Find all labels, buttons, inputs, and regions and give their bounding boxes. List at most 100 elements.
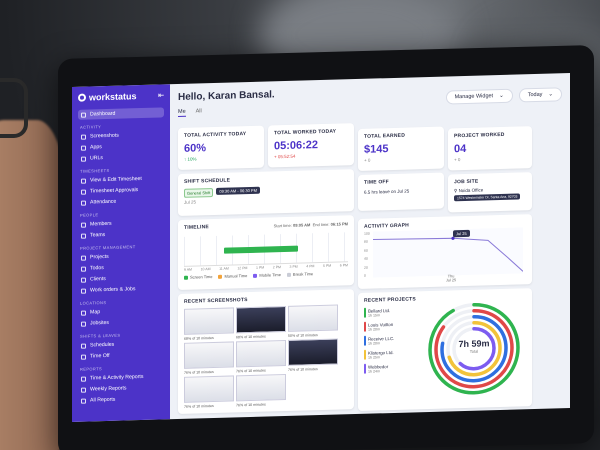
sidebar-item[interactable]: All Reports [78, 393, 164, 405]
screenshot-thumbnail[interactable] [184, 307, 234, 335]
project-row[interactable]: Receive LLC. 1h 20m [364, 334, 424, 346]
screenshot-thumbnail[interactable] [184, 341, 234, 369]
project-color-bar [364, 321, 366, 332]
sidebar-item-label: Schedules [90, 341, 115, 349]
screenshot-thumbnail[interactable] [184, 375, 234, 403]
screenshot-thumbnail[interactable] [288, 338, 338, 366]
sidebar-item-label: Weekly Reports [90, 385, 127, 393]
project-name: Klistergo Ltd. [368, 349, 394, 356]
screenshot-item[interactable]: 68% of 10 minutes [236, 304, 288, 339]
screenshot-thumbnail[interactable] [236, 339, 286, 368]
legend-label: Mobile Time [259, 272, 281, 278]
sidebar-item[interactable]: Dashboard [78, 107, 164, 120]
sidebar-section-title: PEOPLE [80, 212, 99, 218]
sidebar-item[interactable]: Attendance [78, 195, 164, 207]
project-name: Louis Vuitton [368, 321, 394, 328]
project-row[interactable]: Klistergo Ltd. 1h 25m [364, 348, 424, 360]
sidebar-item-label: Time Off [90, 352, 110, 360]
manage-widget-dropdown[interactable]: Manage Widget ⌄ [445, 88, 513, 105]
screenshot-thumbnail[interactable] [288, 304, 338, 332]
weekly-icon [81, 387, 86, 393]
screenshot-item[interactable]: 76% of 10 minutes [236, 338, 288, 373]
teams-icon [81, 233, 86, 239]
screenshot-label: 76% of 10 minutes [184, 403, 214, 409]
stat-value: 05:06:22 [274, 139, 319, 153]
project-row[interactable]: Louis Vuitton 1h 20m [364, 320, 424, 332]
sidebar-item-label: URLs [90, 155, 103, 162]
job-site-card[interactable]: JOB SITE ⚲ Noida Office 1574 Westminster… [448, 172, 532, 213]
start-time: 09:05 AM [292, 221, 311, 228]
screenshot-item[interactable]: 76% of 10 minutes [236, 372, 288, 407]
sidebar-item-label: Time & Activity Reports [90, 373, 144, 382]
timeline-card: TIMELINE Start time: 09:05 AM End time: … [178, 215, 354, 290]
sidebar-item-label: Map [90, 309, 101, 316]
stat-card-project[interactable]: PROJECT WORKED 04 + 0 [448, 126, 532, 171]
sidebar-item-label: Timesheet Approvals [90, 187, 139, 195]
dashboard-screen: workstatus ⇤ Dashboard ACTIVITY Screenshot… [72, 73, 570, 422]
stat-delta: + 05:52:54 [274, 153, 296, 160]
time-off-card[interactable]: TIME OFF 6.5 hrs leave on Jul 25 [358, 172, 444, 211]
screenshot-label: 76% of 10 minutes [236, 402, 266, 408]
legend-item: Screen Time [184, 274, 212, 280]
brand-logo[interactable]: workstatus ⇤ [78, 90, 164, 102]
sidebar-item-label: Teams [90, 232, 106, 239]
activity-tooltip: Jul 25 [453, 229, 470, 238]
shift-schedule-card[interactable]: SHIFT SCHEDULE General Shift 09:30 AM - … [178, 169, 354, 216]
link-icon [81, 156, 86, 162]
activity-x-sub: Jul 25 [446, 278, 457, 283]
stat-delta: + 0 [454, 157, 461, 163]
sidebar-section-title: REPORTS [80, 366, 103, 372]
projects-icon [81, 255, 86, 261]
job-site-address: 1574 Westminster Dr, Santa Ana, 92703 [454, 193, 521, 202]
stat-card-earned[interactable]: TOTAL EARNED $145 + 0 [358, 126, 444, 171]
date-range-label: Today [527, 91, 543, 99]
project-time: 1h 25m [368, 354, 380, 360]
timeline-screen-bar[interactable] [224, 245, 298, 254]
y-tick: 0 [364, 273, 366, 278]
apps-icon [81, 145, 86, 151]
screenshot-item[interactable]: 76% of 10 minutes [184, 339, 236, 375]
sidebar-item[interactable]: Jobsites [78, 316, 164, 328]
tab-all[interactable]: All [196, 108, 202, 116]
screenshot-thumbnail[interactable] [236, 373, 286, 402]
date-range-dropdown[interactable]: Today ⌄ [518, 87, 562, 103]
screenshot-item[interactable]: 76% of 10 minutes [288, 336, 340, 372]
members-icon [81, 222, 86, 228]
sidebar-section-title: LOCATIONS [80, 299, 107, 306]
sidebar-item[interactable]: Time Off [78, 349, 164, 361]
legend-swatch [253, 273, 258, 278]
timeline-legend: Screen Time Manual Time Mobile Time Break T… [184, 270, 348, 280]
stat-delta: ↑ 10% [184, 156, 197, 162]
tab-me[interactable]: Me [178, 108, 186, 117]
card-title: TIMELINE [184, 224, 209, 231]
collapse-icon[interactable]: ⇤ [158, 91, 164, 99]
workorder-icon [81, 288, 86, 294]
screenshot-item[interactable]: 68% of 10 minutes [184, 305, 236, 341]
shift-chip[interactable]: General Shift [184, 188, 214, 198]
screenshot-item[interactable]: 76% of 10 minutes [184, 373, 236, 409]
recent-screenshots-card: RECENT SCREENSHOTS 68% of 10 minutes 68% … [178, 289, 354, 414]
screenshot-thumbnail[interactable] [236, 305, 286, 334]
stat-card-worked[interactable]: TOTAL WORKED TODAY 05:06:22 + 05:52:54 [268, 123, 354, 168]
stat-value: $145 [364, 143, 389, 156]
card-title: TIME OFF [364, 179, 389, 186]
screenshot-item[interactable]: 50% of 10 minutes [288, 302, 340, 338]
activity-y-axis: 100 80 60 40 20 0 [364, 232, 370, 278]
project-color-bar [364, 307, 366, 318]
map-icon [81, 310, 86, 316]
stat-card-activity[interactable]: TOTAL ACTIVITY TODAY 60% ↑ 10% [178, 125, 264, 170]
stat-delta: + 0 [364, 157, 371, 163]
y-tick: 80 [364, 240, 368, 245]
project-time: 1h 15m [368, 312, 380, 318]
y-tick: 100 [364, 231, 370, 236]
sidebar-item[interactable]: URLs [78, 151, 164, 163]
sidebar-section-title: PROJECT MANAGEMENT [80, 244, 136, 251]
project-row[interactable]: Webbedor 1h 24m [364, 362, 424, 374]
timesheet-icon [81, 178, 86, 184]
sidebar-nav: Dashboard ACTIVITY Screenshots Apps URLs TIME… [78, 107, 164, 405]
sidebar-item[interactable]: Work orders & Jobs [78, 283, 164, 295]
project-row[interactable]: Bellard Ltd. 1h 15m [364, 306, 424, 318]
card-title: JOB SITE [454, 178, 479, 186]
todo-icon [81, 266, 86, 272]
sidebar-item[interactable]: Teams [78, 228, 164, 240]
